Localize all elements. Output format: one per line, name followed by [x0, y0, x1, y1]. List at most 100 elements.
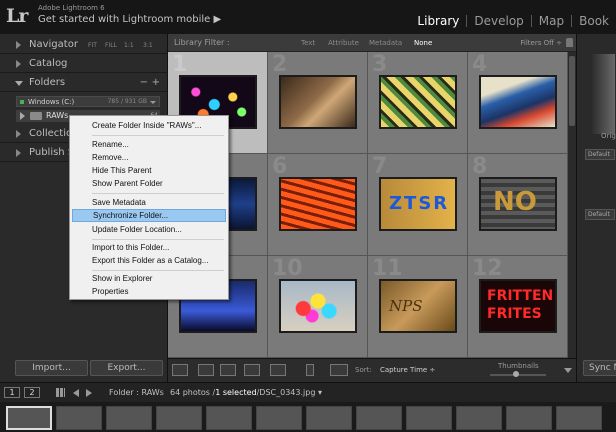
- menu-hide-this-parent[interactable]: Hide This Parent: [72, 164, 226, 177]
- window-1-button[interactable]: 1: [4, 387, 20, 398]
- menu-create-folder-inside[interactable]: Create Folder Inside "RAWs"...: [72, 119, 226, 132]
- module-picker: Library Develop Map Book: [410, 13, 616, 29]
- grid-cell[interactable]: 6: [268, 154, 368, 256]
- folder-name: RAWs: [46, 111, 69, 120]
- photo-thumbnail[interactable]: NPS: [379, 279, 457, 333]
- photo-thumbnail[interactable]: [479, 75, 557, 129]
- module-library[interactable]: Library: [410, 14, 466, 28]
- filmstrip-thumbnail[interactable]: [456, 406, 502, 430]
- filmstrip-thumbnail[interactable]: [106, 406, 152, 430]
- menu-show-in-explorer[interactable]: Show in Explorer: [72, 272, 226, 285]
- grid-cell[interactable]: 12 FRITTEN FRITES: [468, 256, 568, 358]
- photo-thumbnail[interactable]: [379, 75, 457, 129]
- zoom-fit[interactable]: FIT: [88, 42, 97, 49]
- menu-separator: [92, 239, 224, 240]
- grid-view-icon[interactable]: [172, 364, 188, 376]
- thumbnail-sign-text: NO: [493, 187, 537, 217]
- selection-info[interactable]: 64 photos /1 selected/DSC_0343.jpg ▾: [170, 388, 322, 397]
- right-panel: Orig Default Default Sync M: [576, 34, 616, 382]
- filmstrip-thumbnail[interactable]: [256, 406, 302, 430]
- menu-export-folder-as-catalog[interactable]: Export this Folder as a Catalog...: [72, 254, 226, 267]
- menu-rename[interactable]: Rename...: [72, 138, 226, 151]
- module-book[interactable]: Book: [572, 14, 616, 28]
- catalog-title: Catalog: [29, 58, 68, 69]
- window-2-button[interactable]: 2: [24, 387, 40, 398]
- people-view-icon[interactable]: [270, 364, 286, 376]
- loupe-view-icon[interactable]: [198, 364, 214, 376]
- survey-view-icon[interactable]: [244, 364, 260, 376]
- photo-thumbnail[interactable]: [279, 75, 357, 129]
- grid-cell[interactable]: 3: [368, 52, 468, 154]
- menu-synchronize-folder[interactable]: Synchronize Folder...: [72, 209, 226, 222]
- catalog-header[interactable]: Catalog: [0, 55, 168, 73]
- chevron-down-icon[interactable]: [150, 101, 156, 104]
- photo-thumbnail[interactable]: ZTSR: [379, 177, 457, 231]
- sort-dropdown[interactable]: Capture Time ÷: [380, 366, 435, 374]
- grid-cell[interactable]: 7 ZTSR: [368, 154, 468, 256]
- menu-import-to-folder[interactable]: Import to this Folder...: [72, 241, 226, 254]
- filmstrip-thumbnail[interactable]: [6, 406, 52, 430]
- volume-status-led-icon: [20, 100, 24, 104]
- top-bar: Lr Adobe Lightroom 6 Get started with Li…: [0, 0, 616, 34]
- grid-icon[interactable]: [56, 388, 65, 397]
- menu-properties[interactable]: Properties: [72, 285, 226, 298]
- default-preset-button[interactable]: Default: [585, 209, 615, 220]
- filmstrip-thumbnail[interactable]: [356, 406, 402, 430]
- import-button[interactable]: Import...: [15, 360, 88, 376]
- grid-cell[interactable]: 4: [468, 52, 568, 154]
- menu-show-parent-folder[interactable]: Show Parent Folder: [72, 177, 226, 190]
- cell-index: 11: [372, 256, 403, 281]
- menu-update-folder-location[interactable]: Update Folder Location...: [72, 223, 226, 236]
- filter-tab-none[interactable]: None: [414, 39, 432, 47]
- rotate-icon[interactable]: [330, 364, 348, 376]
- filmstrip-thumbnail[interactable]: [406, 406, 452, 430]
- photo-thumbnail[interactable]: FRITTEN FRITES: [479, 279, 557, 333]
- navigator-header[interactable]: Navigator FIT FILL 1:1 3:1: [0, 36, 168, 54]
- grid-cell[interactable]: 10: [268, 256, 368, 358]
- menu-remove[interactable]: Remove...: [72, 151, 226, 164]
- photo-thumbnail[interactable]: [279, 279, 357, 333]
- filmstrip-thumbnail[interactable]: [156, 406, 202, 430]
- spray-can-icon[interactable]: [306, 364, 314, 376]
- source-breadcrumb[interactable]: Folder : RAWs: [109, 388, 164, 397]
- compare-view-icon[interactable]: [220, 364, 236, 376]
- zoom-1-1[interactable]: 1:1: [124, 42, 134, 49]
- disclosure-triangle-icon[interactable]: [20, 112, 25, 120]
- filmstrip-thumbnail[interactable]: [556, 406, 602, 430]
- filters-off-dropdown[interactable]: Filters Off ÷: [520, 39, 562, 47]
- grid-scrollbar[interactable]: [568, 52, 576, 358]
- chevron-down-icon[interactable]: [564, 368, 572, 373]
- mobile-promo-link[interactable]: Get started with Lightroom mobile ▶: [38, 14, 221, 25]
- filmstrip-thumbnail[interactable]: [306, 406, 352, 430]
- export-button[interactable]: Export...: [90, 360, 163, 376]
- filter-tab-metadata[interactable]: Metadata: [369, 39, 402, 47]
- lock-icon[interactable]: [566, 38, 573, 47]
- module-map[interactable]: Map: [532, 14, 571, 28]
- volume-windows-c[interactable]: Windows (C:) 785 / 931 GB: [16, 96, 160, 107]
- scrollbar-thumb[interactable]: [569, 56, 575, 126]
- volume-name: Windows (C:): [28, 98, 75, 106]
- add-folder-button[interactable]: +: [152, 77, 160, 88]
- zoom-3-1[interactable]: 3:1: [143, 42, 153, 49]
- filmstrip-thumbnail[interactable]: [506, 406, 552, 430]
- forward-arrow-icon[interactable]: [86, 389, 92, 397]
- filter-tab-text[interactable]: Text: [301, 39, 315, 47]
- zoom-fill[interactable]: FILL: [105, 42, 117, 49]
- grid-cell[interactable]: 11 NPS: [368, 256, 468, 358]
- filter-tab-attribute[interactable]: Attribute: [328, 39, 359, 47]
- folders-header[interactable]: Folders − +: [0, 74, 168, 92]
- grid-cell[interactable]: 2: [268, 52, 368, 154]
- filmstrip-thumbnail[interactable]: [206, 406, 252, 430]
- slider-knob[interactable]: [513, 371, 519, 377]
- photo-thumbnail[interactable]: [279, 177, 357, 231]
- filmstrip-thumbnail[interactable]: [56, 406, 102, 430]
- sync-metadata-button[interactable]: Sync M: [583, 360, 616, 376]
- module-develop[interactable]: Develop: [467, 14, 530, 28]
- grid-cell[interactable]: 8 NO: [468, 154, 568, 256]
- menu-save-metadata[interactable]: Save Metadata: [72, 196, 226, 209]
- back-arrow-icon[interactable]: [73, 389, 79, 397]
- menu-separator: [92, 270, 224, 271]
- photo-thumbnail[interactable]: NO: [479, 177, 557, 231]
- default-preset-button[interactable]: Default: [585, 149, 615, 160]
- remove-folder-button[interactable]: −: [140, 77, 148, 88]
